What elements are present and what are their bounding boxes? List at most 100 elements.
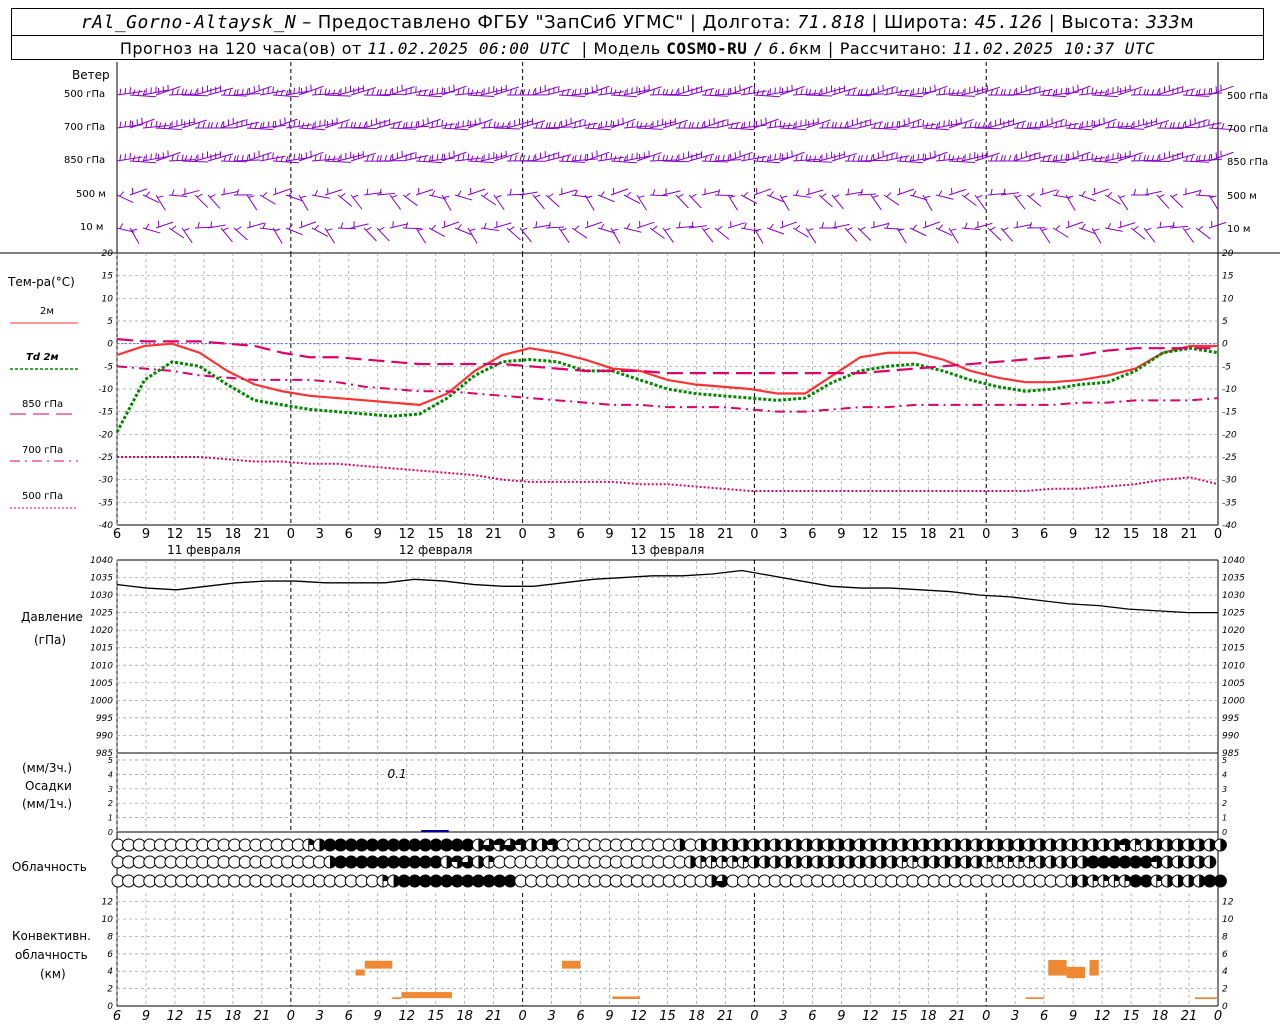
wind-barb	[935, 119, 962, 129]
temp-ytick-right: -40	[1222, 521, 1237, 531]
wind-barb	[766, 86, 793, 96]
wind-barb	[1169, 193, 1184, 208]
x-tick-label-bottom: 21	[1181, 1009, 1198, 1024]
wind-barb	[311, 119, 338, 129]
precip-ytick-left: 0	[108, 828, 113, 837]
wind-barb	[1065, 194, 1076, 211]
conv-bar	[364, 960, 393, 969]
wind-barb	[142, 86, 169, 96]
conv-bar	[561, 960, 581, 969]
wind-barb	[675, 193, 689, 209]
pressure-ytick-left: 1015	[90, 644, 113, 654]
wind-barb	[415, 89, 442, 98]
wind-level-right: 850 гПа	[1227, 157, 1268, 168]
conv-ytick-left: 6	[107, 950, 113, 960]
temp-ytick-right: 10	[1222, 294, 1234, 304]
cloud-icon	[1213, 874, 1227, 888]
wind-barb	[285, 224, 303, 236]
conv-bar	[1089, 959, 1099, 976]
wind-barb	[1182, 188, 1201, 196]
x-tick-label-top: 3	[547, 527, 555, 542]
conv-ytick-right: 2	[1222, 985, 1228, 995]
wind-barb	[389, 221, 408, 229]
pressure-ytick-left: 995	[96, 714, 113, 724]
wind-barb	[961, 192, 977, 207]
wind-barb	[584, 122, 611, 131]
x-tick-label-bottom: 12	[1094, 1009, 1111, 1024]
series-line-td2m	[115, 346, 1219, 433]
x-tick-label-bottom: 3	[779, 1009, 787, 1024]
wind-barb	[675, 151, 702, 162]
wind-barb	[805, 227, 817, 244]
conv-ytick-right: 12	[1222, 898, 1234, 908]
wind-barb	[844, 188, 863, 196]
wind-barb	[454, 119, 481, 129]
x-tick-label-bottom: 15	[196, 1009, 213, 1024]
x-tick-label-top: 3	[316, 527, 324, 542]
pressure-ytick-right: 995	[1222, 714, 1239, 724]
wind-barb	[376, 188, 395, 196]
x-tick-label-bottom: 3	[547, 1009, 555, 1024]
conv-bar	[1048, 959, 1067, 976]
conv-ytick-left: 8	[107, 932, 113, 942]
wind-barb	[1013, 221, 1032, 229]
wind-barb	[155, 221, 174, 229]
wind-barb	[116, 191, 134, 204]
pressure-ytick-left: 1005	[90, 679, 113, 689]
wind-barb	[714, 226, 730, 240]
x-tick-label-top: 21	[949, 527, 966, 542]
wind-barb	[1104, 152, 1131, 162]
conv-bar	[1025, 997, 1044, 1000]
x-tick-label-bottom: 21	[254, 1009, 271, 1024]
pressure-ytick-right: 1020	[1222, 626, 1245, 636]
wind-barb	[909, 87, 936, 96]
wind-barb	[207, 221, 226, 229]
wind-barb	[1078, 190, 1097, 202]
conv-bar	[401, 992, 452, 999]
wind-barb	[428, 87, 455, 96]
wind-barb	[181, 188, 200, 196]
wind-barb	[194, 151, 221, 162]
x-tick-label-bottom: 6	[113, 1009, 121, 1024]
x-tick-label-top: 9	[142, 527, 150, 542]
wind-barb	[311, 224, 329, 237]
date-label: 11 февраля	[167, 543, 241, 557]
wind-barb	[480, 222, 499, 231]
wind-barb	[467, 188, 486, 196]
x-tick-label-top: 3	[1011, 527, 1019, 542]
wind-barb	[987, 118, 1014, 129]
temp-ytick-left: -5	[104, 362, 113, 372]
conv-ytick-right: 4	[1222, 967, 1228, 977]
wind-barb	[597, 191, 615, 203]
wind-barb	[415, 227, 427, 244]
wind-barb	[1208, 194, 1219, 211]
wind-barb	[961, 85, 988, 96]
pressure-ytick-left: 1030	[90, 591, 113, 601]
wind-barb	[1000, 188, 1019, 196]
x-tick-label-top: 12	[862, 527, 879, 542]
x-tick-label-top: 15	[659, 527, 676, 542]
wind-barb	[701, 188, 720, 196]
wind-barb	[389, 194, 401, 210]
temp-ytick-left: -35	[98, 498, 113, 508]
wind-barb	[818, 193, 833, 208]
pressure-ytick-right: 1005	[1222, 679, 1245, 689]
temp-ytick-right: -30	[1222, 476, 1237, 486]
wind-barb	[298, 194, 309, 211]
temp-ytick-right: -15	[1222, 408, 1237, 418]
wind-barb	[727, 194, 739, 211]
conv-bar	[612, 996, 640, 1000]
temp-ytick-right: 0	[1222, 340, 1228, 350]
wind-barb	[987, 226, 1002, 241]
precip-ytick-left: 4	[108, 770, 113, 779]
x-tick-label-top: 6	[113, 527, 121, 542]
wind-barb	[805, 188, 824, 196]
wind-barb	[675, 221, 694, 229]
conv-ytick-right: 8	[1222, 932, 1228, 942]
precip-ytick-right: 2	[1222, 799, 1227, 808]
wind-barb	[415, 155, 442, 164]
x-tick-label-top: 0	[518, 527, 526, 542]
conv-ytick-left: 4	[107, 967, 113, 977]
pressure-ytick-left: 1000	[90, 696, 113, 706]
temp-ytick-left: 0	[107, 340, 113, 350]
